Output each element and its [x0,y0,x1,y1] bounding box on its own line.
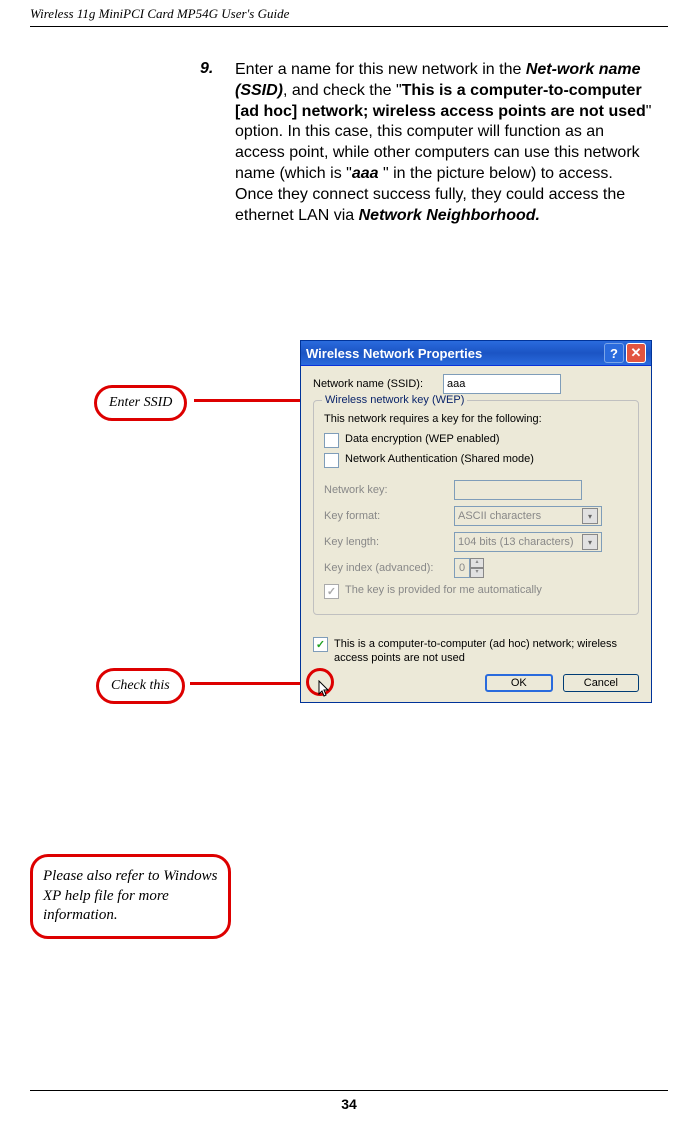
keyformat-value: ASCII characters [458,510,541,522]
auto-key-label: The key is provided for me automatically [345,584,542,596]
chevron-down-icon: ▾ [582,534,598,550]
instruction-block: 9. Enter a name for this new network in … [235,60,655,226]
instr-part1: Enter a name for this new network in the [235,61,526,78]
adhoc-checkbox[interactable] [313,637,328,652]
callout-line-check [190,682,312,685]
spinner-down-icon: ▾ [470,568,484,578]
footer-rule [30,1090,668,1091]
instr-part2: , and check the " [283,82,402,99]
netkey-input [454,480,582,500]
keyformat-select: ASCII characters ▾ [454,506,602,526]
wep-desc: This network requires a key for the foll… [324,413,628,425]
keylength-label: Key length: [324,536,454,548]
data-encryption-checkbox[interactable] [324,433,339,448]
keyformat-label: Key format: [324,510,454,522]
adhoc-label: This is a computer-to-computer (ad hoc) … [334,637,639,666]
ok-button[interactable]: OK [485,674,553,692]
ssid-label: Network name (SSID): [313,378,443,390]
instr-aaa: aaa [352,165,383,182]
close-button[interactable]: ✕ [626,343,646,363]
keylength-value: 104 bits (13 characters) [458,536,574,548]
callout-enter-ssid: Enter SSID [94,385,187,421]
net-auth-label: Network Authentication (Shared mode) [345,453,534,465]
wep-group: Wireless network key (WEP) This network … [313,400,639,615]
dialog-titlebar: Wireless Network Properties ? ✕ [301,341,651,366]
help-button[interactable]: ? [604,343,624,363]
callout-check-this: Check this [96,668,185,704]
keyindex-value: 0 [454,558,470,578]
header-title: Wireless 11g MiniPCI Card MP54G User's G… [30,6,289,22]
step-number: 9. [200,60,213,78]
chevron-down-icon: ▾ [582,508,598,524]
keylength-select: 104 bits (13 characters) ▾ [454,532,602,552]
page-number: 34 [0,1096,698,1112]
cursor-icon [318,680,332,701]
dialog-title: Wireless Network Properties [306,346,482,361]
keyindex-label: Key index (advanced): [324,562,454,574]
cancel-button[interactable]: Cancel [563,674,639,692]
net-auth-checkbox[interactable] [324,453,339,468]
netkey-label: Network key: [324,484,454,496]
auto-key-checkbox [324,584,339,599]
instr-neighborhood: Network Neighborhood. [359,207,540,224]
wep-legend: Wireless network key (WEP) [322,394,467,406]
keyindex-spinner: 0 ▴ ▾ [454,558,484,578]
instruction-text: Enter a name for this new network in the… [235,61,651,224]
spinner-up-icon: ▴ [470,558,484,568]
header-rule [30,26,668,27]
callout-note: Please also refer to Windows XP help fil… [30,854,231,939]
wireless-properties-dialog: Wireless Network Properties ? ✕ Network … [300,340,652,703]
data-encryption-label: Data encryption (WEP enabled) [345,433,500,445]
ssid-input[interactable] [443,374,561,394]
